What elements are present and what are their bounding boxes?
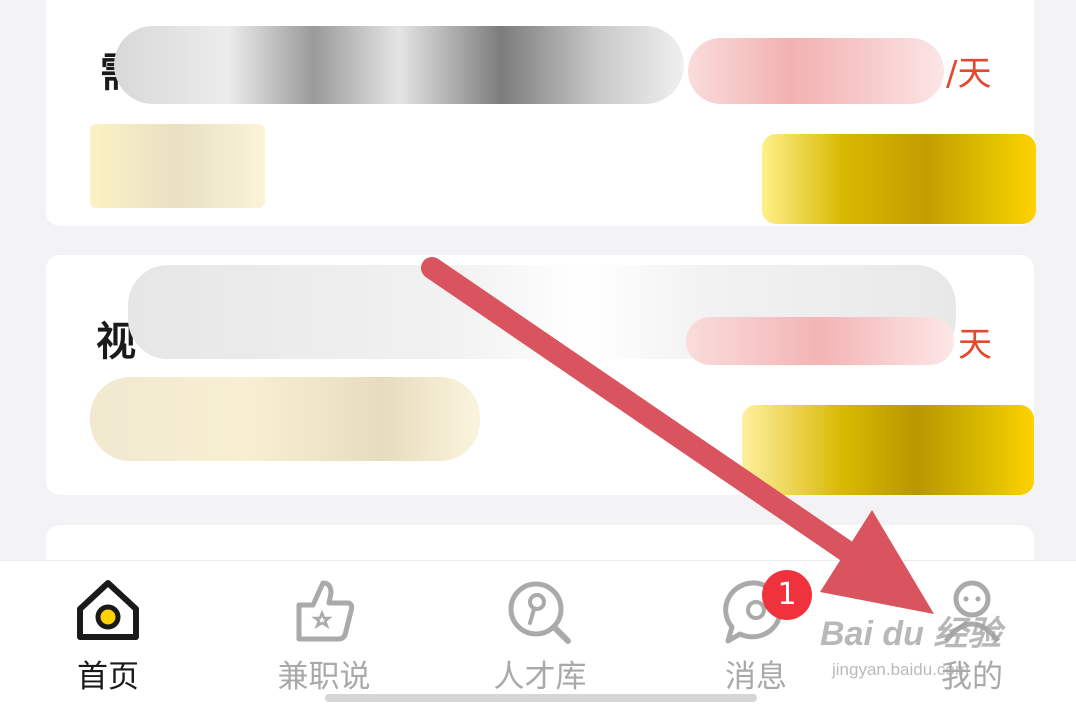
tab-part-time-talk[interactable]: 兼职说 [234,561,414,705]
home-icon [72,577,144,647]
redacted-button[interactable] [742,405,1034,495]
talent-search-icon [504,577,576,651]
redacted-salary [686,317,954,365]
salary-unit: 天 [958,325,992,365]
redacted-salary [688,38,944,104]
message-count-badge: 1 [762,570,812,620]
tab-talent-pool[interactable]: 人才库 [450,561,630,705]
job-card-2[interactable]: 视 天 [46,255,1034,495]
redacted-title [114,26,684,104]
tab-messages[interactable]: 消息 [666,561,846,705]
thumbs-up-icon [289,577,359,647]
salary-unit: /天 [946,54,992,94]
redacted-tag [90,124,265,208]
tab-label: 首页 [77,659,139,695]
baidu-watermark: Bai du 经验 [820,615,1002,653]
tab-label: 兼职说 [277,659,371,695]
redacted-button[interactable] [762,134,1036,224]
tab-label: 人才库 [493,659,587,695]
tab-home[interactable]: 首页 [18,561,198,705]
redacted-tag [90,377,480,461]
watermark-url: jingyan.baidu.com [832,660,970,679]
home-indicator[interactable] [325,694,757,702]
tab-label: 消息 [725,659,787,695]
job-card-1[interactable]: 需 /天 [46,0,1036,226]
